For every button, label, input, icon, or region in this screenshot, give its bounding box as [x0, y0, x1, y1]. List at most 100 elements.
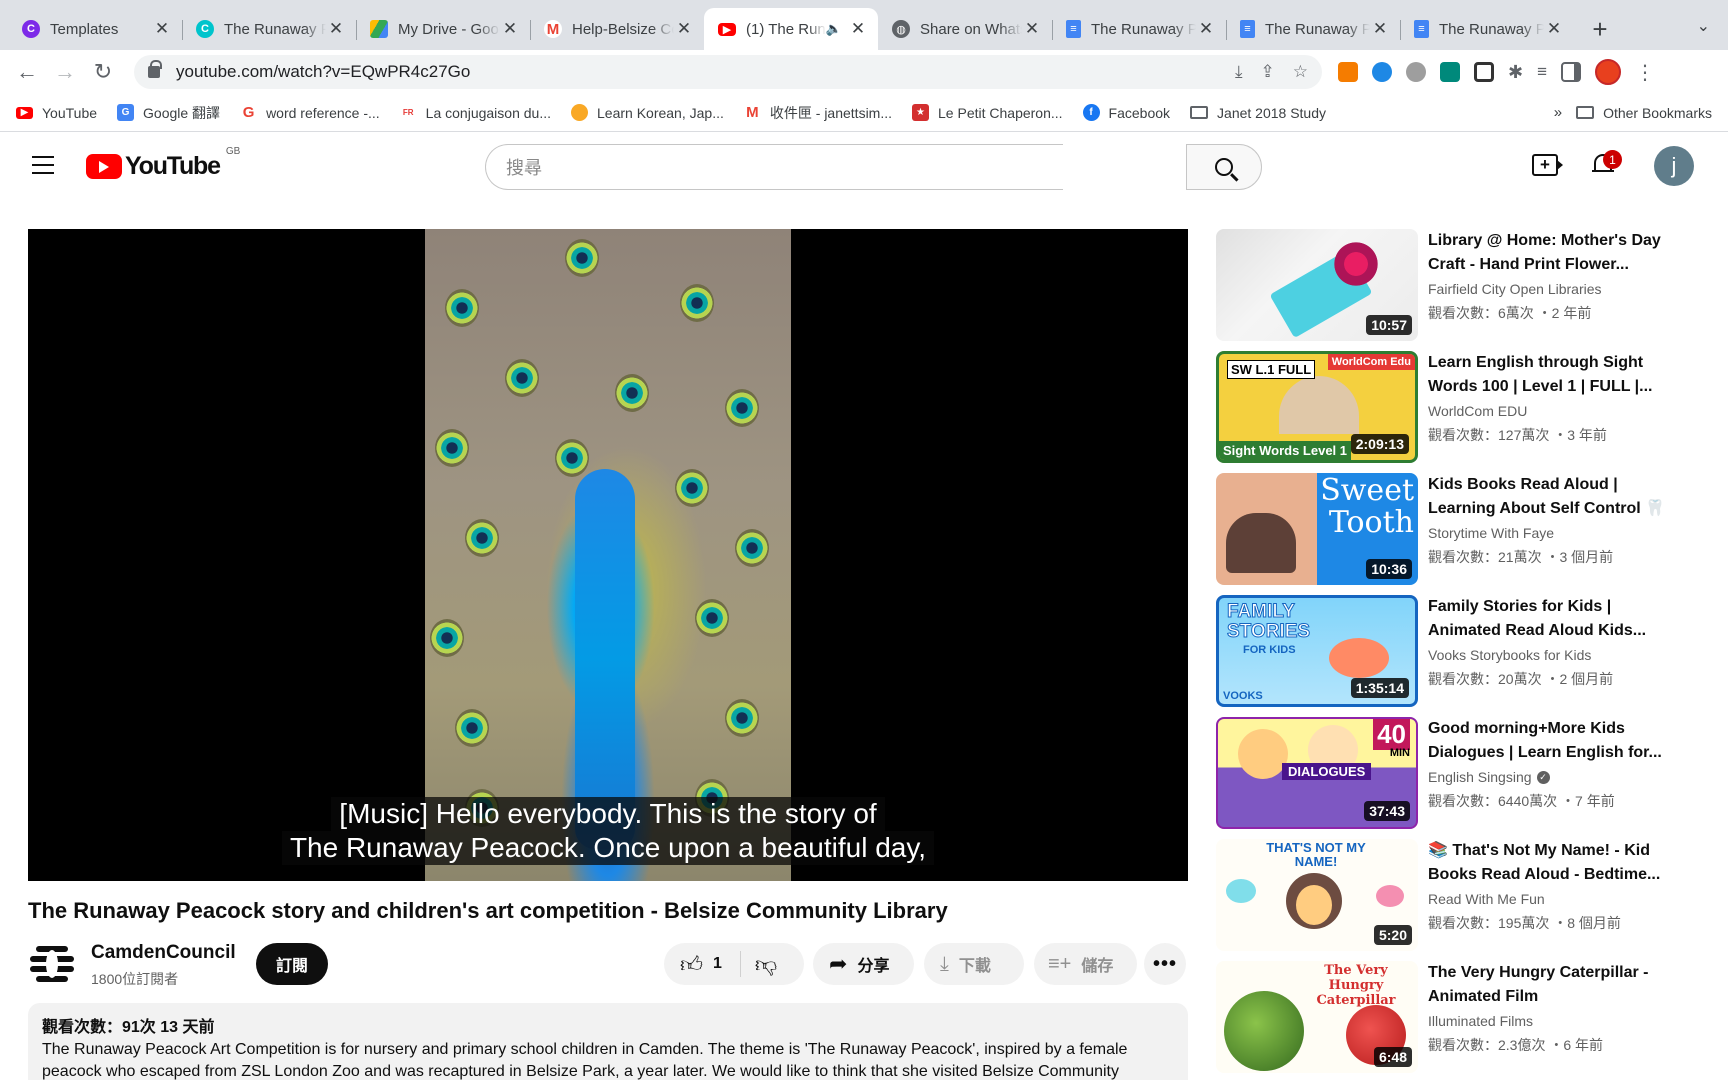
video-player[interactable]: [Music] Hello everybody. This is the sto…	[28, 229, 1188, 881]
video-thumbnail[interactable]: Sweet Tooth 10:36	[1216, 473, 1418, 585]
close-icon[interactable]: ✕	[674, 19, 694, 39]
recommendation-item[interactable]: FAMILY STORIES FOR KIDS VOOKS 1:35:14 Fa…	[1216, 595, 1716, 707]
recommendation-channel[interactable]: Illuminated Films	[1428, 1013, 1533, 1029]
media-control-icon[interactable]: ≡	[1537, 62, 1547, 82]
url-text[interactable]: youtube.com/watch?v=EQwPR4c27Go	[176, 62, 1235, 82]
bookmark-word-reference[interactable]: Gword reference -...	[240, 104, 380, 121]
youtube-logo[interactable]: YouTube GB	[86, 146, 240, 181]
bookmark-inbox[interactable]: M 收件匣 - janettsim...	[743, 103, 892, 123]
forward-arrow-icon[interactable]: →	[48, 55, 82, 89]
recommendation-channel[interactable]: English Singsing ✓	[1428, 769, 1550, 785]
video-thumbnail[interactable]: The Very Hungry Caterpillar 6:48	[1216, 961, 1418, 1073]
extension-teal-icon[interactable]	[1440, 62, 1460, 82]
share-icon[interactable]: ⇪	[1261, 62, 1275, 82]
recommendation-title[interactable]: Family Stories for Kids | Animated Read …	[1428, 595, 1668, 643]
recommendation-item[interactable]: 10:57 Library @ Home: Mother's Day Craft…	[1216, 229, 1716, 341]
close-icon[interactable]: ✕	[500, 19, 520, 39]
create-video-icon[interactable]: +	[1532, 154, 1563, 176]
reload-icon[interactable]: ↻	[86, 55, 120, 89]
bookmark-star-icon[interactable]: ☆	[1293, 62, 1308, 82]
browser-tab-docs-2[interactable]: ≡ The Runaway Peacock ✕	[1226, 8, 1400, 50]
recommendation-title[interactable]: The Very Hungry Caterpillar - Animated F…	[1428, 961, 1668, 1009]
close-icon[interactable]: ✕	[1022, 19, 1042, 39]
menu-icon[interactable]	[32, 156, 54, 174]
recommendation-title[interactable]: Good morning+More Kids Dialogues | Learn…	[1428, 717, 1668, 765]
search-input[interactable]: 搜尋	[485, 144, 1063, 190]
extension-grey-icon[interactable]	[1406, 62, 1426, 82]
video-description[interactable]: 觀看次數：91次 13 天前 The Runaway Peacock Art C…	[28, 1003, 1188, 1080]
recommendation-channel[interactable]: Read With Me Fun	[1428, 891, 1545, 907]
recommendation-item[interactable]: SW L.1 FULL WorldCom Edu Sight Words Lev…	[1216, 351, 1716, 463]
extension-orange-icon[interactable]	[1338, 62, 1358, 82]
close-icon[interactable]: ✕	[326, 19, 346, 39]
recommendation-title[interactable]: Library @ Home: Mother's Day Craft - Han…	[1428, 229, 1668, 277]
bookmark-conjugaison[interactable]: FR La conjugaison du...	[399, 104, 551, 121]
more-bookmarks-icon[interactable]: »	[1554, 104, 1562, 121]
chrome-profile-avatar[interactable]	[1595, 59, 1622, 85]
user-avatar[interactable]: j	[1654, 146, 1694, 186]
recommendation-item[interactable]: The Very Hungry Caterpillar 6:48 The Ver…	[1216, 961, 1716, 1073]
subscribe-button[interactable]: 訂閱	[256, 943, 328, 985]
install-app-icon[interactable]: ⤓	[1235, 62, 1243, 82]
browser-tab-google-drive[interactable]: My Drive - Google Drive ✕	[356, 8, 530, 50]
browser-tab-runaway-canva[interactable]: C The Runaway Peacock ✕	[182, 8, 356, 50]
close-icon[interactable]: ✕	[1370, 19, 1390, 39]
close-icon[interactable]: ✕	[848, 19, 868, 39]
recommendation-channel[interactable]: Storytime With Faye	[1428, 525, 1554, 541]
browser-tab-share-whatsapp[interactable]: ◍ Share on WhatsApp ✕	[878, 8, 1052, 50]
like-count[interactable]: 1	[713, 955, 722, 973]
bookmark-facebook[interactable]: f Facebook	[1082, 104, 1170, 121]
channel-name[interactable]: CamdenCouncil	[91, 942, 236, 964]
browser-tab-gmail[interactable]: M Help-Belsize Community ✕	[530, 8, 704, 50]
video-thumbnail[interactable]: 10:57	[1216, 229, 1418, 341]
video-thumbnail[interactable]: FAMILY STORIES FOR KIDS VOOKS 1:35:14	[1216, 595, 1418, 707]
browser-tab-docs-1[interactable]: ≡ The Runaway Peacock ✕	[1052, 8, 1226, 50]
share-button[interactable]: ➦ 分享	[813, 943, 914, 985]
bookmark-learn-korean[interactable]: Learn Korean, Jap...	[571, 104, 724, 121]
chrome-menu-icon[interactable]: ⋮	[1635, 60, 1655, 85]
search-button[interactable]	[1186, 144, 1262, 190]
close-icon[interactable]: ✕	[1544, 19, 1564, 39]
thumbs-up-icon[interactable]: 👍︎	[680, 951, 703, 978]
recommendation-item[interactable]: 40 MIN DIALOGUES 37:43 Good morning+More…	[1216, 717, 1716, 829]
bookmark-folder-janet[interactable]: Janet 2018 Study	[1190, 105, 1326, 121]
channel-avatar[interactable]	[30, 944, 74, 984]
other-bookmarks[interactable]: Other Bookmarks	[1576, 105, 1712, 121]
video-thumbnail[interactable]: SW L.1 FULL WorldCom Edu Sight Words Lev…	[1216, 351, 1418, 463]
recommendation-channel[interactable]: WorldCom EDU	[1428, 403, 1527, 419]
lock-icon[interactable]	[148, 60, 162, 78]
recommendation-channel[interactable]: Vooks Storybooks for Kids	[1428, 647, 1591, 663]
video-thumbnail[interactable]: THAT'S NOT MY NAME! 5:20	[1216, 839, 1418, 951]
extensions-puzzle-icon[interactable]: ✱	[1508, 62, 1523, 83]
add-to-playlist-icon: ≡+	[1048, 952, 1072, 975]
browser-tab-templates[interactable]: C Templates ✕	[8, 8, 182, 50]
browser-tab-youtube[interactable]: ▶ (1) The Runaway 🔈 ✕	[704, 8, 878, 50]
youtube-play-logo-icon	[86, 154, 122, 179]
recommendation-item[interactable]: Sweet Tooth 10:36 Kids Books Read Aloud …	[1216, 473, 1716, 585]
recommendation-title[interactable]: 📚 That's Not My Name! - Kid Books Read A…	[1428, 839, 1668, 887]
download-button[interactable]: ⤓ 下載	[924, 943, 1024, 985]
back-arrow-icon[interactable]: ←	[10, 55, 44, 89]
extension-blue-icon[interactable]	[1372, 62, 1392, 82]
recommendation-title[interactable]: Kids Books Read Aloud | Learning About S…	[1428, 473, 1668, 521]
tab-title: The Runaway Peacock	[1265, 20, 1370, 38]
video-thumbnail[interactable]: 40 MIN DIALOGUES 37:43	[1216, 717, 1418, 829]
bookmark-youtube[interactable]: ▶ YouTube	[16, 105, 97, 121]
save-button[interactable]: ≡+ 儲存	[1034, 943, 1137, 985]
recommendation-channel[interactable]: Fairfield City Open Libraries	[1428, 281, 1602, 297]
address-bar[interactable]: youtube.com/watch?v=EQwPR4c27Go ⤓ ⇪ ☆	[134, 55, 1322, 89]
recommendation-item[interactable]: THAT'S NOT MY NAME! 5:20 📚 That's Not My…	[1216, 839, 1716, 951]
close-icon[interactable]: ✕	[152, 19, 172, 39]
extension-square-icon[interactable]	[1474, 62, 1494, 82]
close-icon[interactable]: ✕	[1196, 19, 1216, 39]
more-actions-button[interactable]: •••	[1144, 943, 1186, 985]
browser-tab-docs-3[interactable]: ≡ The Runaway Peacock ✕	[1400, 8, 1574, 50]
new-tab-button[interactable]: +	[1580, 8, 1620, 50]
thumbs-down-icon[interactable]: 👎︎	[755, 951, 777, 978]
recommendation-title[interactable]: Learn English through Sight Words 100 | …	[1428, 351, 1668, 399]
speaker-icon[interactable]: 🔈	[826, 21, 842, 37]
bookmark-petit-chaperon[interactable]: ★ Le Petit Chaperon...	[912, 104, 1063, 121]
bookmark-google-translate[interactable]: G Google 翻譯	[117, 103, 220, 123]
tab-search-chevron-icon[interactable]: ⌄	[1697, 16, 1710, 36]
side-panel-icon[interactable]	[1561, 62, 1582, 82]
